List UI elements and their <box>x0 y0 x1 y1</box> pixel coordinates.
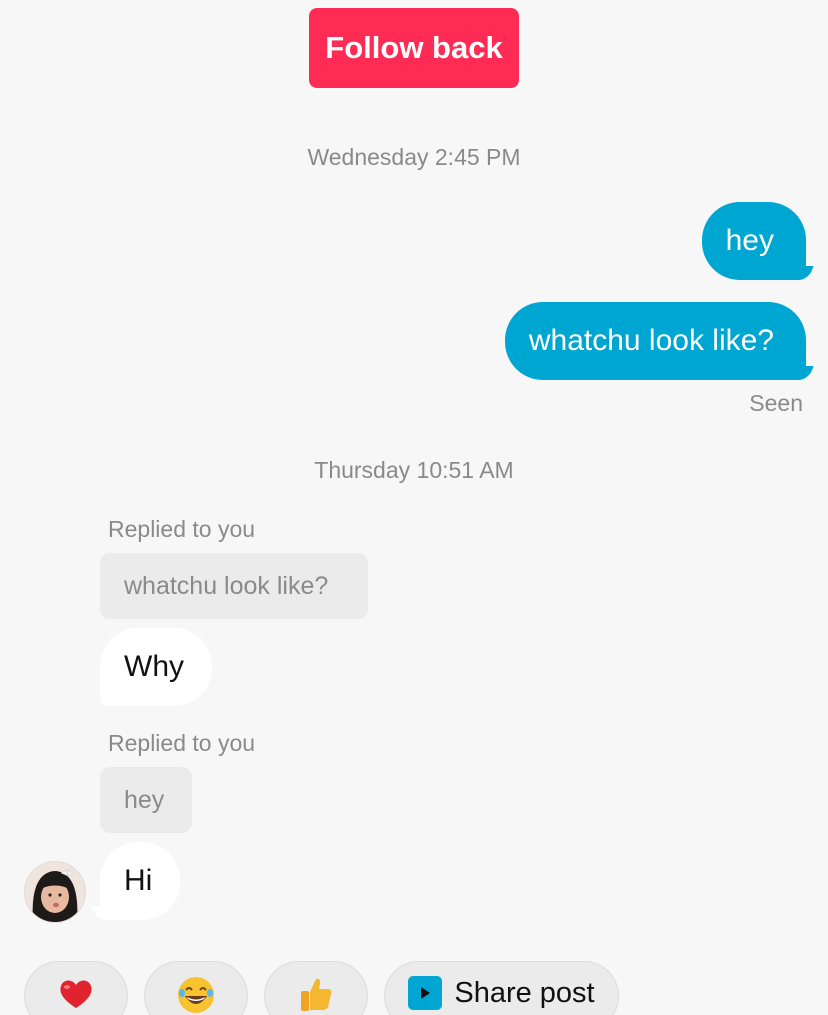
thumbs-up-icon <box>301 978 332 1011</box>
laughing-reaction-button[interactable] <box>144 961 248 1015</box>
outgoing-message-whatchu[interactable]: whatchu look like? <box>504 302 814 380</box>
timestamp-thursday: Thursday 10:51 AM <box>314 457 514 483</box>
message-text: Why <box>124 650 184 683</box>
outgoing-message-hey[interactable]: hey <box>701 202 814 280</box>
incoming-message-hi[interactable]: Hi <box>91 842 181 920</box>
incoming-message-why[interactable]: Why <box>100 628 212 706</box>
message-text: Hi <box>124 864 153 897</box>
share-post-button[interactable]: Share post <box>384 961 619 1015</box>
follow-back-button[interactable]: Follow back <box>309 8 519 88</box>
message-text: hey <box>725 224 774 257</box>
heart-icon <box>60 980 92 1008</box>
avatar[interactable] <box>24 861 86 923</box>
seen-status: Seen <box>749 390 803 416</box>
laughing-face-icon <box>178 977 214 1013</box>
heart-reaction-button[interactable] <box>24 961 128 1015</box>
bubble-tail <box>794 266 814 280</box>
bubble-tail <box>794 366 814 380</box>
share-post-label: Share post <box>454 977 595 1009</box>
message-text: whatchu look like? <box>528 324 774 357</box>
quoted-message[interactable]: whatchu look like? <box>100 553 368 619</box>
timestamp-wednesday: Wednesday 2:45 PM <box>307 144 521 170</box>
thumbs-up-reaction-button[interactable] <box>264 961 368 1015</box>
avatar-image <box>25 862 85 922</box>
replied-label: Replied to you <box>108 730 256 756</box>
replied-label: Replied to you <box>108 516 256 542</box>
chat-screen: Follow back Wednesday 2:45 PM hey whatch… <box>0 0 828 1015</box>
play-icon <box>408 976 443 1010</box>
quoted-message[interactable]: hey <box>100 767 192 833</box>
bubble-tail <box>91 906 111 920</box>
